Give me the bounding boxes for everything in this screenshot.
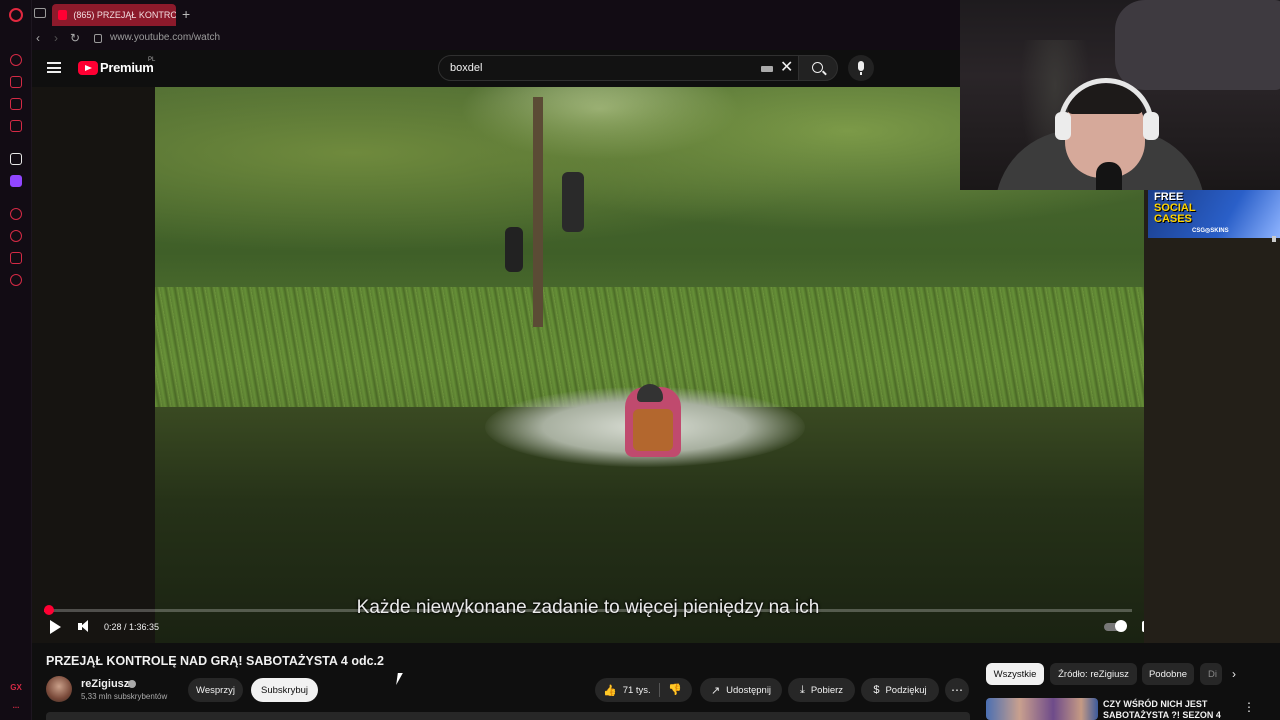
- thanks-button[interactable]: $ Podziękuj: [861, 678, 939, 702]
- chip-partial[interactable]: Di: [1200, 663, 1222, 685]
- download-label: Pobierz: [810, 684, 844, 696]
- recommended-thumbnail[interactable]: [986, 698, 1098, 720]
- comments-section-edge: [46, 712, 970, 720]
- video-title: PRZEJĄŁ KONTROLĘ NAD GRĄ! SABOTAŻYSTA 4 …: [46, 654, 384, 668]
- keyboard-icon[interactable]: [761, 66, 773, 72]
- mouse-cursor: [396, 673, 403, 685]
- search-icon: [812, 62, 823, 73]
- youtube-logo-icon[interactable]: [78, 61, 98, 75]
- channel-name[interactable]: reZigiusz: [81, 678, 129, 690]
- thanks-label: Podziękuj: [885, 684, 927, 696]
- tab-island-icon[interactable]: [34, 8, 46, 18]
- app-icon[interactable]: [10, 153, 22, 165]
- right-column: [1144, 190, 1280, 643]
- browser-tab[interactable]: (865) PRZEJĄŁ KONTROL: [52, 4, 176, 26]
- search-value: boxdel: [450, 62, 483, 74]
- webcam-overlay: [960, 0, 1280, 190]
- play-button[interactable]: [48, 618, 62, 636]
- support-button[interactable]: Wesprzyj: [188, 678, 243, 702]
- forward-button[interactable]: ›: [54, 31, 58, 45]
- like-dislike-group: 👍 71 tys. 👎: [595, 678, 692, 702]
- gx-corner-icon[interactable]: [10, 98, 22, 110]
- chip-source[interactable]: Źródło: reZigiusz: [1050, 663, 1137, 685]
- tab-title: (865) PRZEJĄŁ KONTROL: [73, 10, 176, 20]
- brand-label[interactable]: Premium: [100, 60, 154, 75]
- ad-brand: CSG◎SKINS: [1192, 228, 1229, 234]
- voice-search-button[interactable]: [848, 55, 874, 81]
- thanks-icon: $: [873, 684, 880, 696]
- gx-messenger-icon[interactable]: [10, 120, 22, 132]
- extensions-icon[interactable]: [10, 252, 22, 264]
- time-display: 0:28 / 1:36:35: [104, 622, 160, 632]
- clear-search-icon[interactable]: ✕: [780, 59, 793, 77]
- youtube-header: Premium PL boxdel ✕: [32, 50, 960, 87]
- recommended-title[interactable]: CZY WŚRÓD NICH JEST SABOTAŻYSTA ?! SEZON…: [1103, 699, 1233, 720]
- video-subtitle: Każde niewykonane zadanie to więcej pien…: [356, 597, 820, 618]
- like-icon[interactable]: 👍: [603, 684, 617, 697]
- scrollbar[interactable]: [1272, 236, 1276, 242]
- dislike-icon[interactable]: 👎: [668, 683, 682, 696]
- progress-bar[interactable]: [44, 605, 1132, 615]
- gx-label: GX: [10, 683, 22, 692]
- ad-line-3: CASES: [1154, 213, 1192, 225]
- player-icon[interactable]: [10, 208, 22, 220]
- address-bar: ‹ › ↻ www.youtube.com/watch: [32, 28, 960, 50]
- channel-avatar[interactable]: [46, 676, 72, 702]
- youtube-favicon-icon: [58, 10, 68, 20]
- share-icon: ↗: [710, 684, 721, 697]
- download-button[interactable]: ⤓ Pobierz: [788, 678, 855, 702]
- share-label: Udostępnij: [726, 684, 772, 696]
- back-button[interactable]: ‹: [36, 31, 40, 45]
- url-field[interactable]: www.youtube.com/watch: [110, 32, 220, 43]
- history-icon[interactable]: [10, 230, 22, 242]
- browser-sidebar: GX ...: [0, 0, 32, 720]
- autoplay-toggle[interactable]: [1104, 618, 1130, 636]
- volume-icon[interactable]: [78, 618, 94, 636]
- twitch-icon[interactable]: [10, 175, 22, 187]
- speed-dial-icon[interactable]: [10, 54, 22, 66]
- lock-icon: [94, 34, 102, 43]
- microphone: [1096, 162, 1122, 190]
- tab-bar: (865) PRZEJĄŁ KONTROL +: [32, 0, 960, 28]
- subscribe-button[interactable]: Subskrybuj: [251, 678, 318, 702]
- search-button[interactable]: [798, 55, 838, 81]
- search-input[interactable]: boxdel ✕: [438, 55, 808, 81]
- download-icon: ⤓: [799, 683, 805, 696]
- verified-icon: [128, 680, 136, 688]
- chevron-right-icon[interactable]: ›: [1232, 667, 1236, 681]
- subscriber-count: 5,33 mln subskrybentów: [81, 692, 168, 701]
- recommended-menu-icon[interactable]: ⋮: [1243, 700, 1255, 714]
- like-count[interactable]: 71 tys.: [623, 685, 651, 696]
- opera-gx-logo-icon[interactable]: [9, 8, 23, 22]
- chip-all[interactable]: Wszystkie: [986, 663, 1044, 685]
- chip-similar[interactable]: Podobne: [1142, 663, 1194, 685]
- reload-button[interactable]: ↻: [70, 31, 80, 45]
- settings-icon[interactable]: [10, 274, 22, 286]
- more-actions-button[interactable]: ⋯: [945, 678, 969, 702]
- share-button[interactable]: ↗ Udostępnij: [700, 678, 782, 702]
- country-code: PL: [148, 57, 156, 63]
- ad-banner[interactable]: FREE SOCIAL CASES CSG◎SKINS: [1148, 190, 1280, 238]
- menu-icon[interactable]: [47, 62, 61, 73]
- more-icon[interactable]: ...: [0, 701, 32, 710]
- new-tab-button[interactable]: +: [182, 6, 190, 22]
- gx-control-icon[interactable]: [10, 76, 22, 88]
